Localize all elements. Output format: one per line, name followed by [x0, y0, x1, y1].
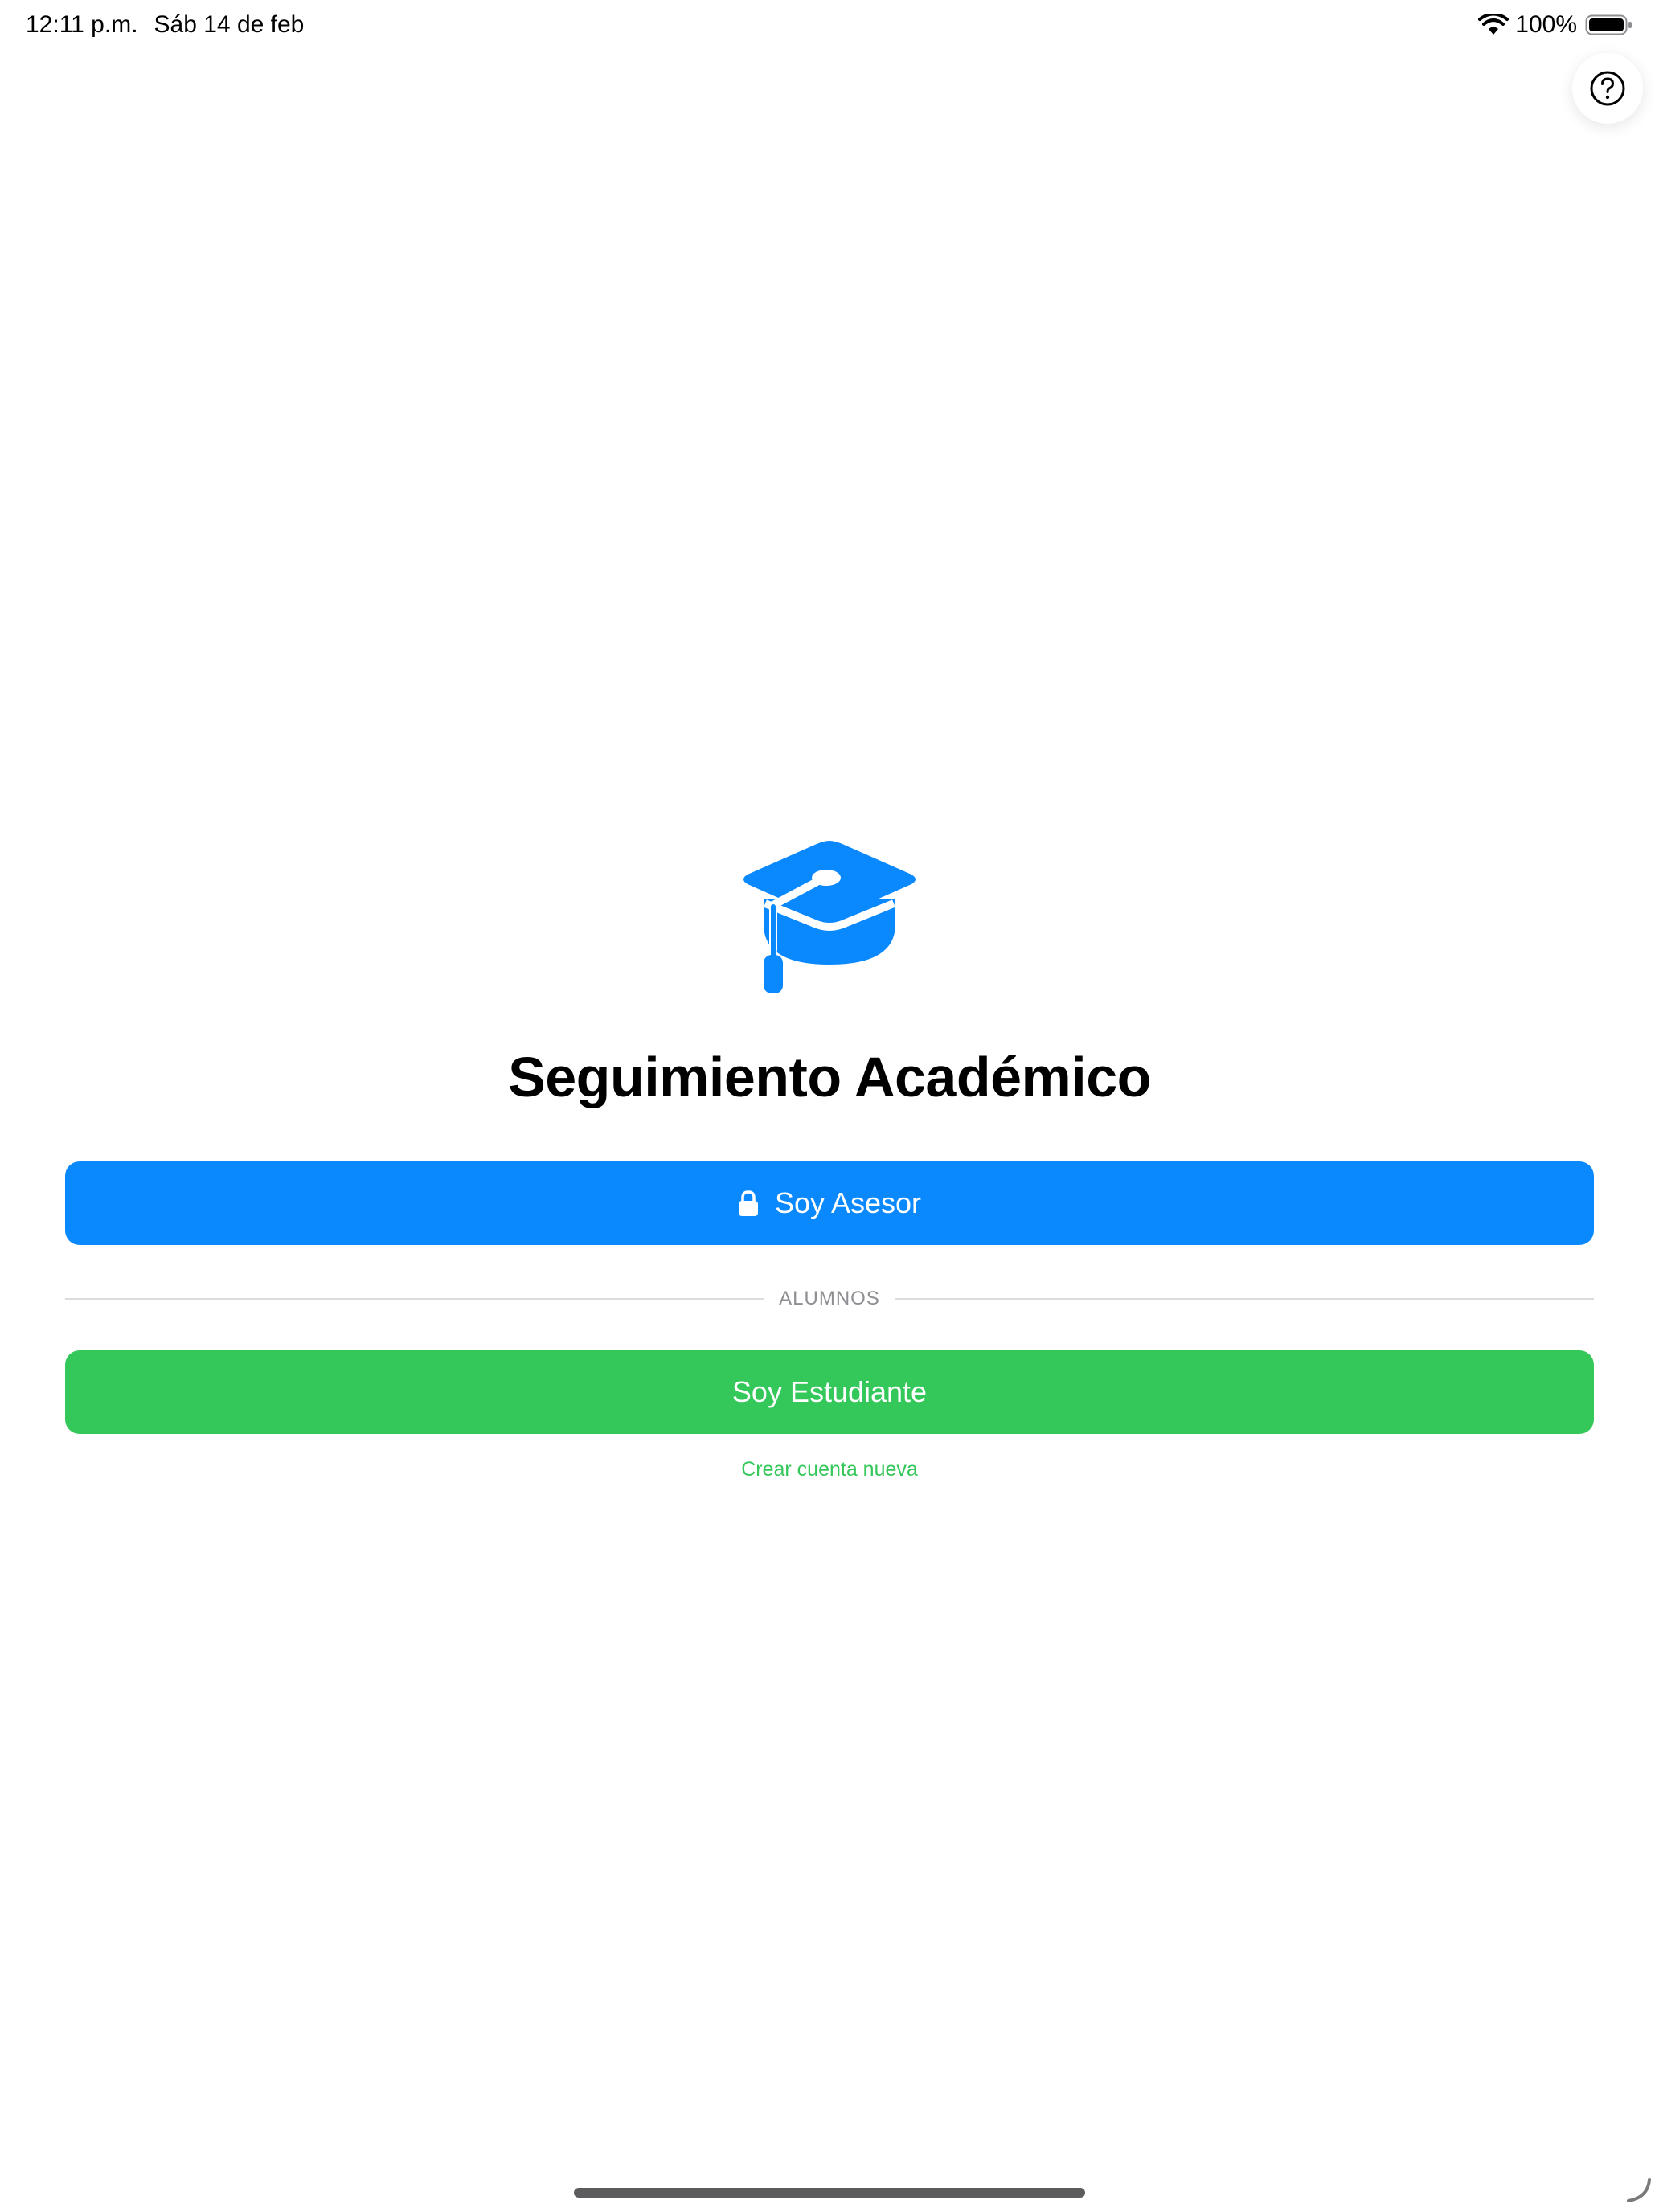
- divider-line-right: [894, 1298, 1594, 1300]
- asesor-button-label: Soy Asesor: [774, 1186, 922, 1219]
- wifi-icon: [1478, 14, 1509, 35]
- student-button[interactable]: Soy Estudiante: [65, 1350, 1594, 1434]
- divider-label: ALUMNOS: [779, 1288, 880, 1309]
- help-button[interactable]: [1572, 53, 1643, 124]
- status-bar-left: 12:11 p.m. Sáb 14 de feb: [26, 11, 304, 39]
- question-circle-icon: [1590, 71, 1625, 106]
- asesor-button[interactable]: Soy Asesor: [65, 1161, 1594, 1245]
- app-title: Seguimiento Académico: [508, 1046, 1151, 1108]
- resize-handle-icon[interactable]: [1625, 2177, 1653, 2204]
- battery-icon: [1585, 14, 1632, 35]
- lock-icon: [738, 1190, 758, 1216]
- divider-line-left: [65, 1298, 765, 1300]
- graduation-cap-icon: [743, 841, 916, 993]
- status-date: Sáb 14 de feb: [154, 11, 305, 38]
- create-account-link[interactable]: Crear cuenta nueva: [0, 1458, 1659, 1481]
- app-screen: 12:11 p.m. Sáb 14 de feb 100% Seguimient…: [0, 0, 1659, 2212]
- status-time: 12:11 p.m.: [26, 11, 138, 38]
- section-divider: ALUMNOS: [65, 1283, 1594, 1315]
- home-indicator[interactable]: [574, 2188, 1085, 2198]
- status-bar-right: 100%: [1478, 11, 1633, 39]
- student-button-label: Soy Estudiante: [731, 1375, 928, 1408]
- battery-percentage: 100%: [1515, 11, 1577, 38]
